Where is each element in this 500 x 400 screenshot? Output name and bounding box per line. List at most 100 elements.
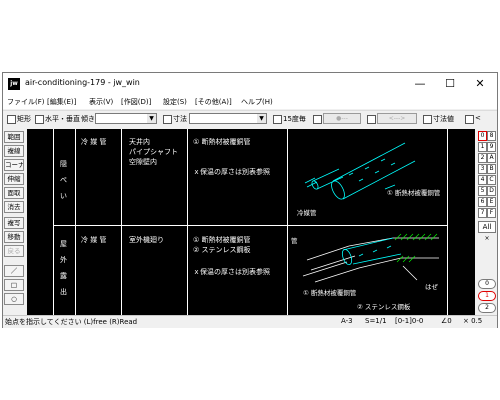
location-text: 空隙壁内 [129, 158, 157, 166]
app-logo-icon: jw [8, 78, 20, 90]
layer-group-9[interactable]: 9 [487, 142, 496, 152]
diagram-label: ① 断熱材被覆銅管 [303, 289, 357, 297]
arrow-line-button[interactable]: <---> [377, 113, 417, 124]
layer-group-0[interactable]: 0 [478, 131, 487, 141]
table-line [53, 129, 54, 315]
tilt-select[interactable]: ▼ [95, 113, 157, 124]
table-line [287, 129, 288, 315]
table-line [447, 129, 448, 315]
dimval-checkbox[interactable] [423, 115, 432, 124]
menu-draw[interactable]: [作図(D)] [121, 97, 151, 107]
menu-edit[interactable]: [編集(E)] [47, 97, 76, 107]
tool-move[interactable]: 移動 [4, 231, 24, 243]
layer-group-7[interactable]: 7 [478, 208, 487, 218]
dim-checkbox[interactable] [163, 115, 172, 124]
status-scale[interactable]: S=1/1 [365, 317, 387, 325]
status-group[interactable]: [0-1]0-0 [395, 317, 423, 325]
section-label: 露 [60, 272, 67, 280]
tool-bar: 矩形 水平・垂直 傾き ▼ 寸法 ▼ 15度毎 ●--- <---> 寸法値 < [3, 110, 497, 127]
layer-group-3[interactable]: 3 [478, 164, 487, 174]
tool-rect[interactable]: □ [4, 279, 24, 291]
layer-group-8[interactable]: 8 [487, 131, 496, 141]
tool-stretch[interactable]: 伸縮 [4, 173, 24, 185]
menu-help[interactable]: ヘルプ(H) [241, 97, 273, 107]
pt-checkbox[interactable] [313, 115, 322, 124]
status-zoom[interactable]: × 0.5 [463, 317, 482, 325]
diagram-label: 冷媒管 [297, 209, 317, 217]
layer-group-1[interactable]: 1 [478, 142, 487, 152]
section-label: ぺ [60, 176, 67, 184]
right-toolbox: 0 8 1 9 2 A 3 B 4 C 5 D 6 E 7 F All × 0 … [477, 129, 497, 315]
layer-group-6[interactable]: 6 [478, 197, 487, 207]
deg15-label: 15度毎 [283, 115, 306, 123]
deg15-checkbox[interactable] [273, 115, 282, 124]
spec-text: ｘ保温の厚さは別表参照 [193, 268, 270, 276]
layer-all-button[interactable]: All [478, 221, 496, 233]
tool-offset[interactable]: 複線 [4, 145, 24, 157]
menu-other[interactable]: [その他(A)] [195, 97, 232, 107]
table-line [121, 129, 122, 315]
diagram-label: ② ステンレス鋼板 [357, 303, 411, 311]
layer-group-e[interactable]: E [487, 197, 496, 207]
left-toolbox: 範囲 複線 コーナー 伸縮 面取 消去 複写 移動 戻る ／ □ ○ [3, 129, 25, 315]
tool-undo[interactable]: 戻る [4, 245, 24, 257]
menu-bar: ファイル(F) [編集(E)] 表示(V) [作図(D)] 設定(S) [その他… [3, 95, 497, 109]
layer-group-b[interactable]: B [487, 164, 496, 174]
diagram-label: ① 断熱材被覆銅管 [387, 189, 441, 197]
chevron-down-icon: ▼ [147, 114, 156, 123]
status-layer[interactable]: A-3 [341, 317, 353, 325]
spec-text: ｘ保温の厚さは別表参照 [193, 168, 270, 176]
layer-group-2[interactable]: 2 [478, 153, 487, 163]
tool-erase[interactable]: 消去 [4, 201, 24, 213]
table-line [187, 129, 188, 315]
tool-corner[interactable]: コーナー [4, 159, 24, 171]
layer-circle-2[interactable]: 2 [478, 303, 496, 313]
tool-line[interactable]: ／ [4, 265, 24, 277]
minimize-button[interactable]: — [407, 75, 433, 93]
close-icon[interactable]: × [478, 235, 496, 245]
table-line [75, 129, 76, 315]
layer-group-a[interactable]: A [487, 153, 496, 163]
spec-text: ② ステンレス鋼板 [193, 246, 251, 254]
layer-group-d[interactable]: D [487, 186, 496, 196]
diagram-label: はぜ [425, 283, 438, 291]
lt-checkbox[interactable] [465, 115, 474, 124]
layer-group-f[interactable]: F [487, 208, 496, 218]
status-angle[interactable]: ∠0 [441, 317, 452, 325]
app-window: jw air-conditioning-179 - jw_win — ☐ ✕ フ… [2, 72, 498, 328]
tool-copy[interactable]: 複写 [4, 217, 24, 229]
menu-settings[interactable]: 設定(S) [163, 97, 187, 107]
maximize-button[interactable]: ☐ [437, 75, 463, 93]
menu-view[interactable]: 表示(V) [89, 97, 113, 107]
rect-checkbox[interactable] [7, 115, 16, 124]
rect-label: 矩形 [17, 115, 31, 123]
status-message: 始点を指示してください (L)free (R)Read [5, 318, 138, 326]
status-bar: 始点を指示してください (L)free (R)Read A-3 S=1/1 [0… [3, 315, 497, 328]
hv-checkbox[interactable] [35, 115, 44, 124]
section-label: 外 [60, 256, 67, 264]
layer-group-c[interactable]: C [487, 175, 496, 185]
tool-circle[interactable]: ○ [4, 293, 24, 305]
dim-select[interactable]: ▼ [189, 113, 267, 124]
location-text: 天井内 [129, 138, 150, 146]
point-line-button[interactable]: ●--- [323, 113, 361, 124]
section-label: い [60, 192, 67, 200]
section-label: 出 [60, 288, 67, 296]
chevron-down-icon: ▼ [257, 114, 266, 123]
layer-circle-0[interactable]: 0 [478, 279, 496, 289]
layer-group-4[interactable]: 4 [478, 175, 487, 185]
lt-label: < [475, 114, 481, 122]
pipe-type: 冷 媒 管 [81, 236, 107, 244]
window-title: air-conditioning-179 - jw_win [25, 78, 140, 87]
close-button[interactable]: ✕ [467, 75, 493, 93]
dimval-label: 寸法値 [433, 115, 454, 123]
layer-circle-1[interactable]: 1 [478, 291, 496, 301]
spec-text: ① 断熱材被覆銅管 [193, 138, 251, 146]
layer-group-5[interactable]: 5 [478, 186, 487, 196]
title-bar[interactable]: jw air-conditioning-179 - jw_win — ☐ ✕ [3, 73, 497, 95]
drawing-canvas[interactable]: 隠 ぺ い 冷 媒 管 天井内 パイプシャフト 空隙壁内 ① 断熱材被覆銅管 ｘ… [27, 129, 475, 315]
arrow-checkbox[interactable] [367, 115, 376, 124]
menu-file[interactable]: ファイル(F) [7, 97, 45, 107]
tool-chamfer[interactable]: 面取 [4, 187, 24, 199]
tool-range[interactable]: 範囲 [4, 131, 24, 143]
